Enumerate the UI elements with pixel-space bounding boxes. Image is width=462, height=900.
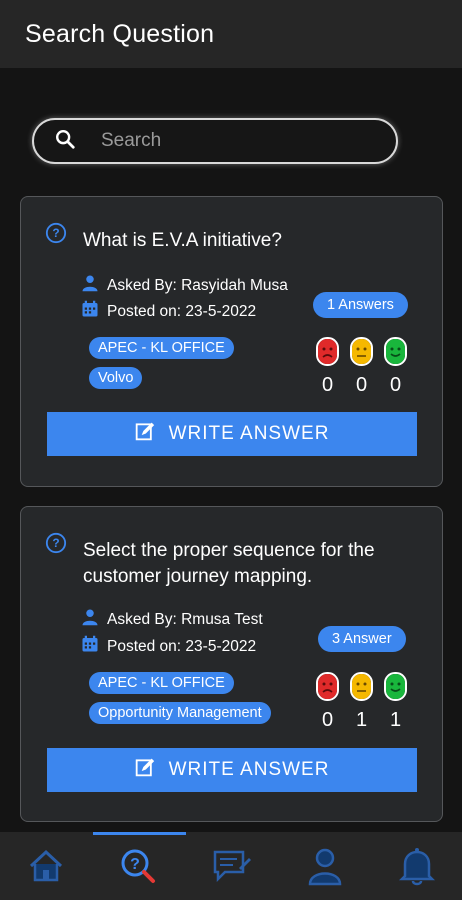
sad-reaction-icon[interactable] — [316, 337, 339, 366]
search-bar[interactable] — [32, 118, 398, 164]
happy-reaction-icon[interactable] — [384, 672, 407, 701]
happy-reaction-icon[interactable] — [384, 337, 407, 366]
asked-by-row: Asked By: Rmusa Test — [81, 608, 263, 631]
svg-text:?: ? — [52, 536, 59, 550]
sad-count: 0 — [321, 374, 334, 396]
edit-icon — [135, 757, 169, 783]
question-icon: ? — [45, 532, 67, 554]
answers-count-badge[interactable]: 3 Answer — [318, 626, 406, 652]
happy-count: 1 — [389, 709, 402, 731]
neutral-count: 0 — [355, 374, 368, 396]
posted-on-row: Posted on: 23-5-2022 — [81, 300, 256, 323]
posted-on-row: Posted on: 23-5-2022 — [81, 635, 256, 658]
write-answer-label: WRITE ANSWER — [168, 759, 330, 780]
question-text[interactable]: What is E.V.A initiative? — [83, 228, 422, 254]
question-text[interactable]: Select the proper sequence for the custo… — [83, 538, 422, 590]
calendar-icon — [81, 635, 107, 658]
search-icon — [54, 128, 76, 155]
edit-icon — [135, 421, 169, 447]
question-card: ? Select the proper sequence for the cus… — [20, 506, 443, 822]
neutral-count: 1 — [355, 709, 368, 731]
tag-chip[interactable]: APEC - KL OFFICE — [89, 337, 234, 359]
top-app-bar: Search Question — [0, 0, 462, 68]
home-icon[interactable] — [26, 846, 66, 886]
app-root: Search Question ? What is E.V.A initiati… — [0, 0, 462, 900]
posted-on-text: Posted on: 23-5-2022 — [107, 637, 257, 655]
asked-by-text: Asked By: Rasyidah Musa — [107, 276, 288, 294]
bottom-navigation: ? — [0, 832, 462, 900]
sad-reaction-icon[interactable] — [316, 672, 339, 701]
sad-count: 0 — [321, 709, 334, 731]
user-icon — [81, 274, 107, 297]
write-answer-label: WRITE ANSWER — [168, 423, 330, 444]
user-icon — [81, 608, 107, 631]
tag-chip[interactable]: Volvo — [89, 367, 143, 389]
chat-icon[interactable] — [211, 846, 251, 886]
write-answer-button[interactable]: WRITE ANSWER — [47, 748, 417, 792]
asked-by-row: Asked By: Rasyidah Musa — [81, 274, 288, 297]
tag-chip[interactable]: Opportunity Management — [89, 702, 271, 724]
posted-on-text: Posted on: 23-5-2022 — [107, 302, 257, 320]
write-answer-button[interactable]: WRITE ANSWER — [47, 412, 417, 456]
happy-count: 0 — [389, 374, 402, 396]
answers-count-badge[interactable]: 1 Answers — [313, 292, 408, 318]
search-input[interactable] — [101, 130, 361, 152]
page-title: Search Question — [25, 19, 215, 48]
search-question-icon[interactable]: ? — [118, 846, 158, 886]
svg-text:?: ? — [52, 226, 59, 240]
question-card: ? What is E.V.A initiative? Asked By: Ra… — [20, 196, 443, 487]
neutral-reaction-icon[interactable] — [350, 337, 373, 366]
calendar-icon — [81, 300, 107, 323]
notification-bell-icon[interactable] — [397, 846, 437, 886]
tag-chip[interactable]: APEC - KL OFFICE — [89, 672, 234, 694]
neutral-reaction-icon[interactable] — [350, 672, 373, 701]
asked-by-text: Asked By: Rmusa Test — [107, 610, 263, 628]
question-icon: ? — [45, 222, 67, 244]
active-tab-indicator — [93, 832, 186, 835]
svg-text:?: ? — [130, 856, 140, 873]
profile-icon[interactable] — [305, 846, 345, 886]
